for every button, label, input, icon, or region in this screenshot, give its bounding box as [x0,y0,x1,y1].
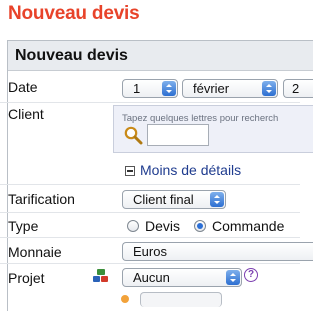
projet-label: Projet [8,270,45,286]
select-arrow-icon [262,81,276,96]
type-commande-radio[interactable] [194,220,206,232]
help-icon[interactable]: ? [244,268,258,282]
row-divider [0,263,300,264]
date-year-select[interactable]: 2 [283,79,313,98]
type-devis-radio[interactable] [127,220,139,232]
date-day-select[interactable]: 1 [122,79,178,98]
type-label: Type [8,218,39,234]
row-divider [0,102,300,103]
client-search-hint: Tapez quelques lettres pour recherch [122,113,279,124]
select-arrow-icon [162,81,176,96]
date-label: Date [8,79,38,95]
monnaie-label: Monnaie [8,244,62,260]
date-year-value: 2 [292,81,300,96]
row-divider [0,212,300,213]
row-divider [0,184,300,185]
monnaie-value: Euros [133,244,167,259]
project-cubes-icon[interactable] [92,268,110,284]
type-commande-label[interactable]: Commande [212,218,284,234]
panel-title: Nouveau devis [8,41,313,71]
projet-value: Aucun [133,270,170,285]
monnaie-select[interactable]: Euros [122,242,313,261]
projet-select[interactable]: Aucun [122,268,242,287]
client-search-input[interactable] [147,124,209,146]
tarification-value: Client final [133,192,194,207]
less-details-link[interactable]: Moins de détails [140,162,241,178]
date-month-select[interactable]: février [182,79,278,98]
magnifier-icon[interactable] [123,125,143,145]
select-arrow-icon [210,192,224,207]
page-title: Nouveau devis [8,3,140,24]
partial-row-icon [121,295,129,303]
type-devis-label[interactable]: Devis [145,218,180,234]
tarification-label: Tarification [8,191,75,207]
date-day-value: 1 [133,81,141,96]
tarification-select[interactable]: Client final [122,190,226,209]
row-divider [0,237,300,238]
date-month-value: février [193,81,230,96]
client-search-box: Tapez quelques lettres pour recherch [113,105,313,153]
client-label: Client [8,106,44,122]
select-arrow-icon [226,270,240,285]
collapse-minus-icon[interactable] [125,166,135,176]
